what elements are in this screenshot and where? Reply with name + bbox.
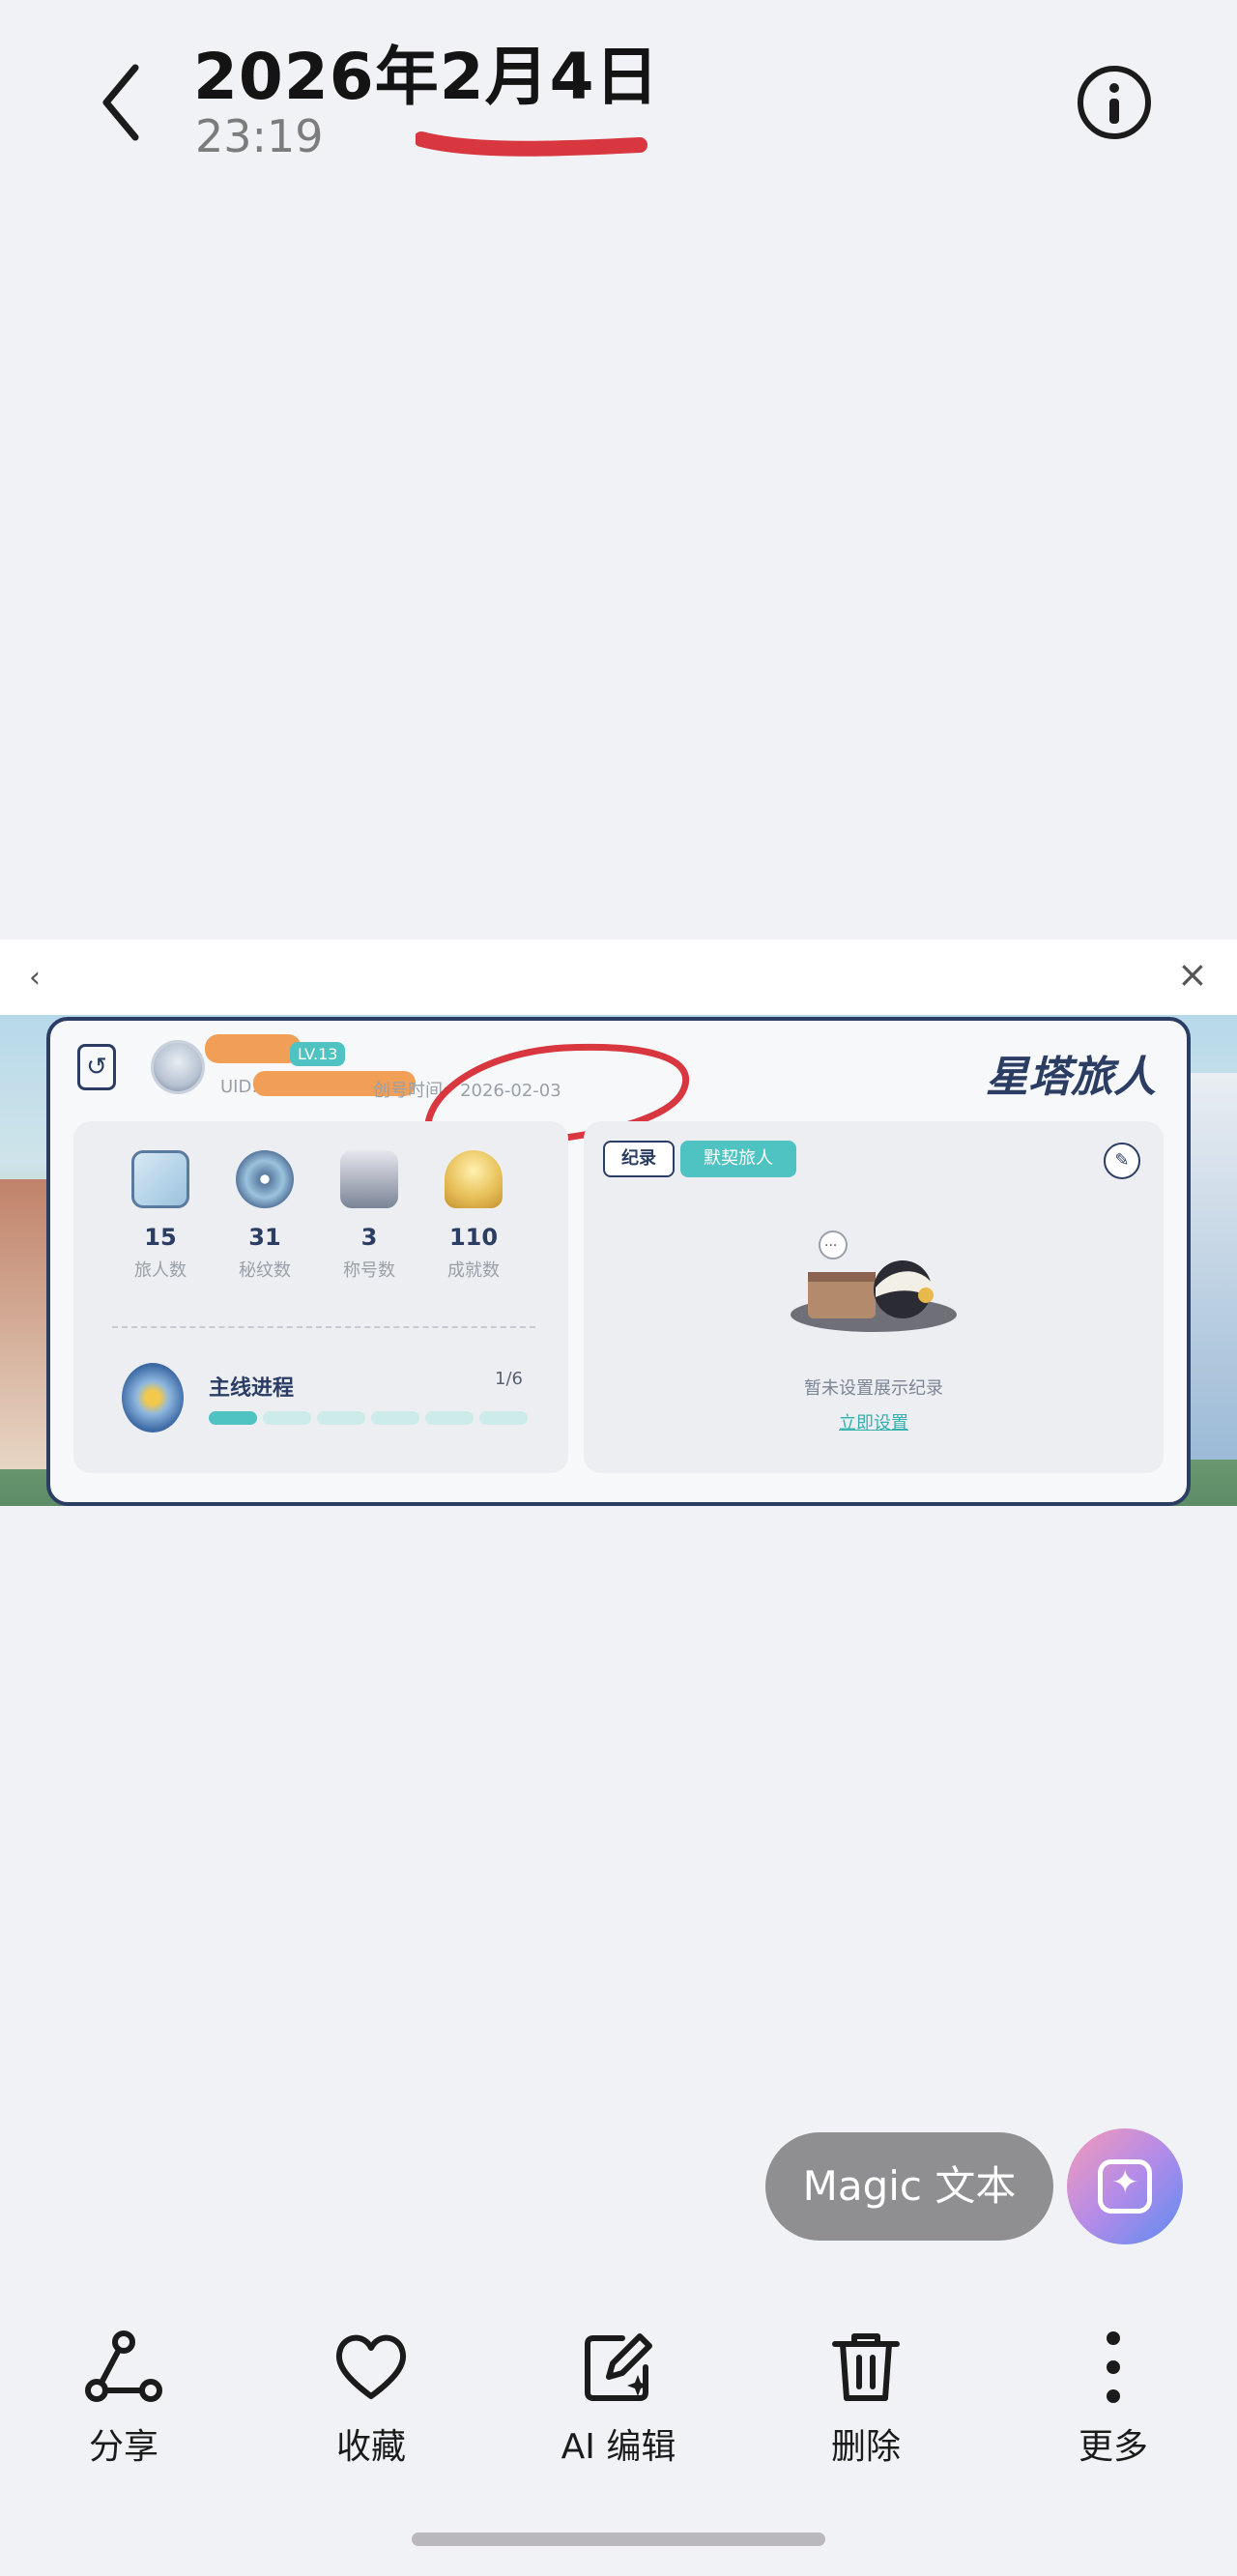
share-label: 分享	[88, 2427, 158, 2467]
tab-default-traveler: 默契旅人	[680, 1141, 796, 1177]
stat-achievements: 110 成就数	[425, 1150, 522, 1282]
page-title: 2026年2月4日	[193, 40, 660, 114]
more-label: 更多	[1078, 2427, 1148, 2467]
timestamp: 23:19	[195, 110, 324, 162]
ai-edit-label: AI 编辑	[561, 2427, 676, 2467]
more-icon	[1107, 2331, 1120, 2403]
stat-value: 110	[448, 1224, 499, 1251]
stat-value: 31	[248, 1224, 281, 1251]
trophy-icon	[445, 1150, 503, 1208]
progress-segment	[479, 1411, 528, 1425]
stat-runes: 31 秘纹数	[216, 1150, 313, 1282]
record-card: 纪录 默契旅人 ✎ ··· 暂未设置展示纪录 立即设置	[584, 1121, 1164, 1473]
redaction-mark	[205, 1034, 302, 1063]
heart-icon	[335, 2334, 407, 2399]
panel-return-icon: ↺	[77, 1044, 116, 1090]
screenshot-topbar: ‹ ×	[0, 940, 1237, 1015]
stat-label: 旅人数	[134, 1260, 187, 1281]
share-button[interactable]: 分享	[27, 2326, 220, 2469]
ai-edit-button[interactable]: AI 编辑	[522, 2326, 715, 2469]
chess-icon	[340, 1150, 398, 1208]
empty-record-text: 暂未设置展示纪录	[804, 1378, 943, 1399]
mission-count: 1/6	[495, 1369, 523, 1389]
stat-label: 称号数	[343, 1260, 395, 1281]
stat-value: 3	[360, 1224, 378, 1251]
magic-text-button[interactable]: Magic 文本	[765, 2132, 1053, 2241]
avatar	[151, 1040, 205, 1094]
trash-icon	[832, 2333, 900, 2401]
back-arrow-icon[interactable]	[93, 60, 151, 145]
ai-sparkle-button[interactable]: ✦	[1067, 2128, 1183, 2244]
tab-record: 纪录	[603, 1141, 675, 1177]
favorite-label: 收藏	[335, 2427, 406, 2467]
ai-edit-icon	[585, 2333, 652, 2401]
mascot-illustration: ···	[791, 1230, 957, 1332]
home-indicator[interactable]	[412, 2533, 825, 2546]
edit-icon: ✎	[1104, 1143, 1140, 1179]
stats-card: 15 旅人数 31 秘纹数 3 称号数 110 成就数 主线进程 1/6	[73, 1121, 568, 1473]
progress-segment	[209, 1411, 257, 1425]
level-badge: LV.13	[290, 1042, 346, 1066]
info-icon[interactable]	[1078, 66, 1151, 139]
mission-label: 主线进程	[209, 1376, 295, 1401]
svg-text:···: ···	[824, 1238, 837, 1254]
stat-label: 成就数	[447, 1260, 500, 1281]
profile-header: ↺ LV.13 UID: 创号时间: 2026-02-03 星塔旅人	[50, 1021, 1187, 1156]
mission-globe-icon	[122, 1363, 184, 1433]
book-icon	[131, 1150, 189, 1208]
setup-now-link: 立即设置	[839, 1413, 908, 1433]
profile-panel: ↺ LV.13 UID: 创号时间: 2026-02-03 星塔旅人 15 旅人数…	[46, 1017, 1191, 1506]
screenshot-close-icon: ×	[1177, 953, 1208, 996]
progress-segment	[371, 1411, 419, 1425]
screenshot-back-icon: ‹	[29, 961, 41, 995]
stat-travelers: 15 旅人数	[112, 1150, 209, 1282]
progress-segment	[425, 1411, 474, 1425]
disc-icon	[236, 1150, 294, 1208]
divider	[112, 1326, 535, 1328]
favorite-button[interactable]: 收藏	[274, 2326, 468, 2469]
stat-titles: 3 称号数	[321, 1150, 417, 1282]
uid-label: UID:	[220, 1077, 258, 1097]
share-icon	[85, 2330, 162, 2402]
stat-value: 15	[144, 1224, 177, 1251]
sparkle-icon: ✦	[1111, 2163, 1139, 2202]
progress-segment	[317, 1411, 365, 1425]
red-underline-annotation	[416, 131, 647, 157]
progress-segment	[263, 1411, 311, 1425]
delete-button[interactable]: 删除	[769, 2326, 963, 2469]
delete-label: 删除	[830, 2427, 901, 2467]
more-button[interactable]: 更多	[1017, 2326, 1210, 2469]
stat-label: 秘纹数	[239, 1260, 291, 1281]
game-logo: 星塔旅人	[986, 1053, 1156, 1102]
